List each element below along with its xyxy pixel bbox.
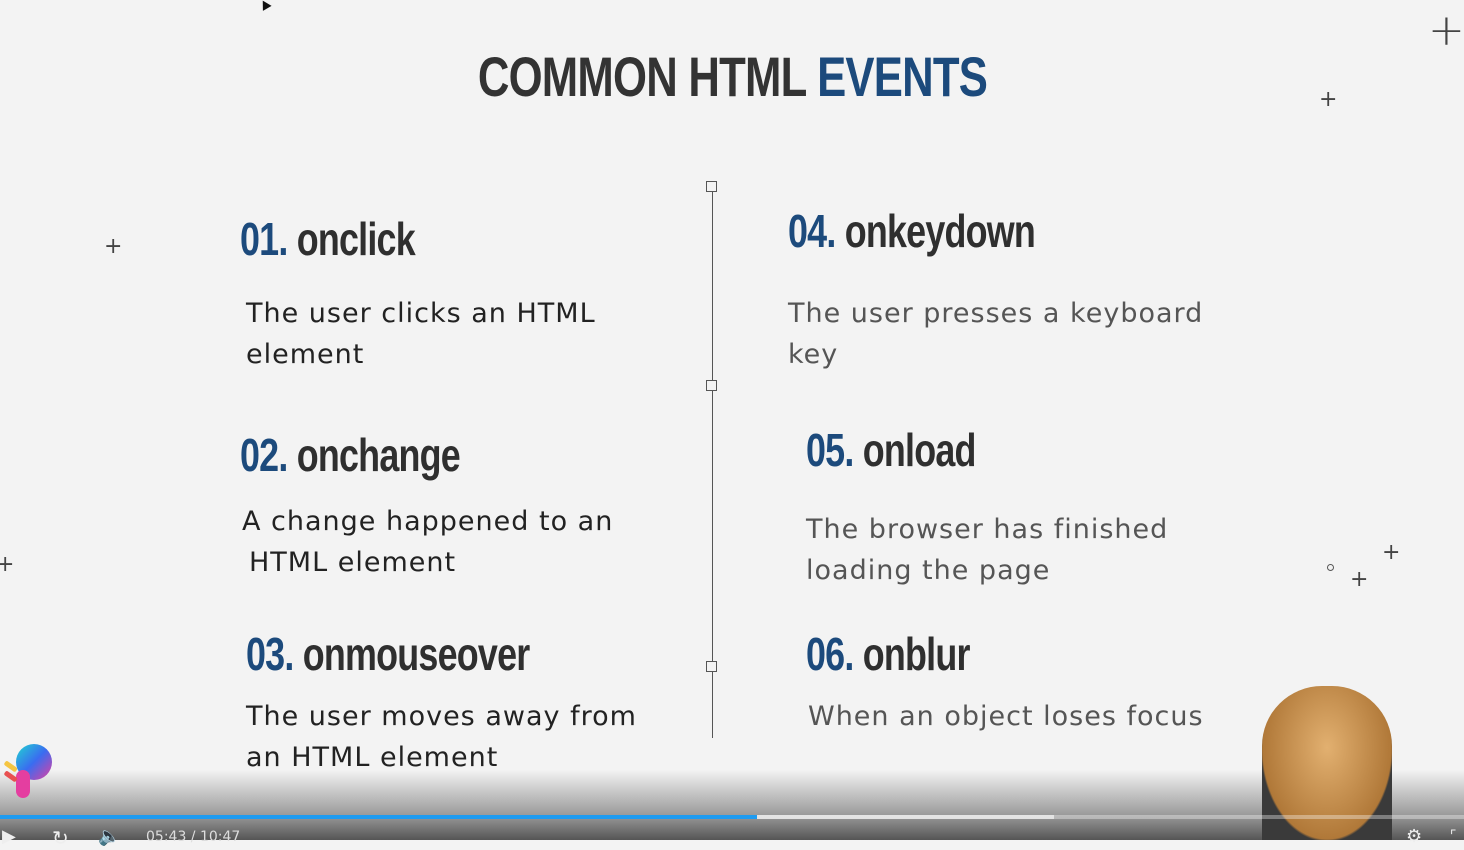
divider-node (706, 661, 717, 672)
brand-logo-icon (4, 742, 54, 802)
volume-button[interactable]: 🔈 (98, 826, 120, 847)
event-desc-2: A change happened to an HTML element (242, 506, 614, 578)
settings-gear-icon[interactable]: ⚙ (1406, 826, 1422, 847)
event-heading-6: 06. onblur (806, 628, 970, 680)
plus-decoration-icon: + (1319, 87, 1338, 112)
event-desc-3: The user moves away from an HTML element (246, 701, 637, 773)
played-bar (0, 815, 757, 819)
event-heading-4: 04. onkeydown (788, 205, 1036, 257)
plus-decoration-icon: + (1382, 540, 1401, 565)
time-display: 05:43 / 10:47 (146, 829, 241, 845)
event-desc-4: The user presses a keyboard key (788, 298, 1204, 370)
divider-node (706, 181, 717, 192)
plus-decoration-icon: + (0, 552, 15, 577)
plus-decoration-icon: + (1350, 567, 1369, 592)
plus-decoration-icon: + (104, 234, 123, 259)
event-heading-2: 02. onchange (240, 429, 461, 481)
fullscreen-button[interactable]: ⌜ (1450, 828, 1457, 844)
title-part2: EVENTS (816, 45, 988, 108)
event-desc-6: When an object loses focus (808, 701, 1204, 732)
event-heading-3: 03. onmouseover (246, 628, 530, 680)
replay-button[interactable]: ↻ (52, 826, 69, 850)
title-part1: COMMON HTML (477, 45, 806, 108)
event-desc-5: The browser has finished loading the page (806, 514, 1169, 586)
event-desc-1: The user clicks an HTML element (246, 298, 596, 370)
circle-decoration-icon (1327, 564, 1334, 571)
slide-title: COMMON HTML EVENTS (0, 44, 1464, 109)
divider-node (706, 380, 717, 391)
event-heading-1: 01. onclick (240, 213, 416, 265)
divider-line (712, 188, 713, 738)
plus-decoration-icon: + (1428, 5, 1464, 56)
mouse-cursor-icon (258, 0, 272, 11)
event-heading-5: 05. onload (806, 424, 976, 476)
play-button[interactable]: ▶ (2, 826, 16, 847)
